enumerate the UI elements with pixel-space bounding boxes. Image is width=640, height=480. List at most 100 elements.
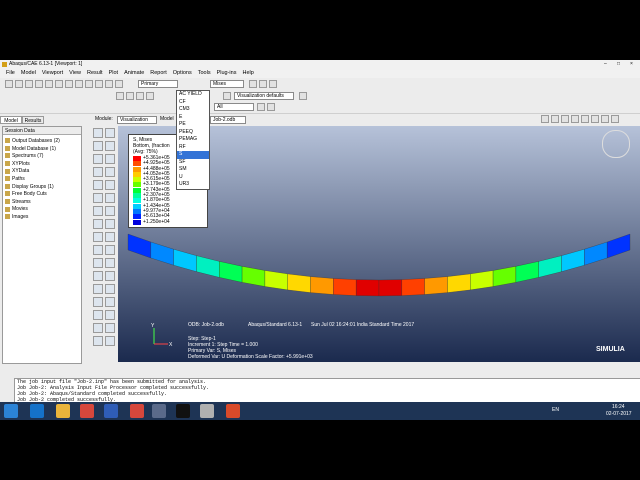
dropdown-option[interactable]: E [177,114,209,122]
toolbox-tool-icon[interactable] [105,284,115,294]
module-combo[interactable]: Visualization [117,116,157,124]
toolbox-tool-icon[interactable] [93,271,103,281]
toolbox-tool-icon[interactable] [105,128,115,138]
maximize-button[interactable]: □ [617,60,620,69]
animate-icon[interactable] [146,92,154,100]
menu-options[interactable]: Options [173,70,192,76]
toolbox-tool-icon[interactable] [105,206,115,216]
color-code-icon[interactable] [299,92,307,100]
toolbox-tool-icon[interactable] [93,232,103,242]
help-icon[interactable] [269,80,277,88]
refresh-icon[interactable] [249,80,257,88]
info-icon[interactable] [611,115,619,123]
zoom-icon[interactable] [65,80,73,88]
tree-item[interactable]: Free Body Cuts [5,191,81,199]
toolbox-tool-icon[interactable] [105,297,115,307]
chrome-icon-2[interactable] [130,404,144,418]
play-icon[interactable] [561,115,569,123]
settings-icon[interactable] [601,115,609,123]
toolbox-tool-icon[interactable] [93,219,103,229]
toolbox-tool-icon[interactable] [93,193,103,203]
print-icon[interactable] [35,80,43,88]
tree-item[interactable]: Spectrums (7) [5,153,81,161]
tab-results[interactable]: Results [22,116,44,124]
tab-model[interactable]: Model [0,116,22,124]
camera-icon[interactable] [591,115,599,123]
plot-deformed-icon[interactable] [126,92,134,100]
dropdown-option[interactable]: PEMAG [177,136,209,144]
menu-plugins[interactable]: Plug-ins [217,70,237,76]
tree-item[interactable]: Output Databases (2) [5,138,81,146]
dropdown-option[interactable]: AC YIELD [177,91,209,99]
toolbox-tool-icon[interactable] [105,154,115,164]
menu-plot[interactable]: Plot [109,70,118,76]
toolbox-tool-icon[interactable] [93,167,103,177]
toolbox-tool-icon[interactable] [105,310,115,320]
tree-item[interactable]: Streams [5,199,81,207]
tree-item[interactable]: Paths [5,176,81,184]
menu-tools[interactable]: Tools [198,70,211,76]
abaqus-taskbar-icon[interactable] [152,404,166,418]
cmd-icon[interactable] [176,404,190,418]
menu-result[interactable]: Result [87,70,103,76]
toolbox-tool-icon[interactable] [105,271,115,281]
tree-item[interactable]: XYData [5,168,81,176]
visualization-defaults-combo[interactable]: Visualization defaults [234,92,294,100]
dropdown-option[interactable]: UR3 [177,181,209,189]
toolbox-tool-icon[interactable] [93,180,103,190]
toolbox-tool-icon[interactable] [93,310,103,320]
toolbox-tool-icon[interactable] [93,128,103,138]
tree-item[interactable]: Movies [5,206,81,214]
last-frame-icon[interactable] [581,115,589,123]
plot-undeformed-icon[interactable] [116,92,124,100]
auto-fit-icon[interactable] [85,80,93,88]
chrome-icon[interactable] [80,404,94,418]
file-explorer-icon[interactable] [56,404,70,418]
dropdown-option[interactable]: SM [177,166,209,174]
dropdown-option[interactable]: S [177,151,209,159]
clock-date[interactable]: 02-07-2017 [606,411,632,417]
toolbox-tool-icon[interactable] [93,297,103,307]
open-file-icon[interactable] [15,80,23,88]
menu-file[interactable]: File [6,70,15,76]
tree-item[interactable]: Display Groups (1) [5,184,81,192]
toolbox-tool-icon[interactable] [105,323,115,333]
view-compass[interactable] [602,130,630,158]
first-frame-icon[interactable] [541,115,549,123]
language-indicator[interactable]: EN [552,407,559,413]
start-icon[interactable] [4,404,18,418]
toolbox-tool-icon[interactable] [93,258,103,268]
menu-view[interactable]: View [69,70,81,76]
ie-icon[interactable] [30,404,44,418]
iso-view-icon[interactable] [105,80,113,88]
field-variable-dropdown[interactable]: AC YIELD CF CM3 E PE PEEQ PEMAG RF S SF SM U UR3 [176,90,210,190]
primary-combo[interactable]: Primary [138,80,178,88]
dropdown-option[interactable]: CF [177,99,209,107]
plot-contours-icon[interactable] [136,92,144,100]
display-group-icon[interactable] [257,103,265,111]
toolbox-tool-icon[interactable] [93,284,103,294]
menu-model[interactable]: Model [21,70,36,76]
menu-animate[interactable]: Animate [124,70,144,76]
toolbox-tool-icon[interactable] [105,193,115,203]
invariant-combo[interactable]: Mises [210,80,244,88]
pan-icon[interactable] [45,80,53,88]
toolbox-tool-icon[interactable] [93,154,103,164]
tree-item[interactable]: XYPlots [5,161,81,169]
save-icon[interactable] [25,80,33,88]
rotate-icon[interactable] [55,80,63,88]
toolbox-tool-icon[interactable] [93,336,103,346]
tree-item[interactable]: Images [5,214,81,222]
toolbox-tool-icon[interactable] [105,219,115,229]
dropdown-option[interactable]: SF [177,159,209,167]
toolbox-tool-icon[interactable] [93,323,103,333]
menu-viewport[interactable]: Viewport [42,70,63,76]
next-frame-icon[interactable] [571,115,579,123]
toolbox-tool-icon[interactable] [105,180,115,190]
dropdown-option[interactable]: PE [177,121,209,129]
dropdown-option[interactable]: U [177,174,209,182]
previous-frame-icon[interactable] [551,115,559,123]
menu-help[interactable]: Help [242,70,253,76]
toolbox-tool-icon[interactable] [105,258,115,268]
all-combo[interactable]: All [214,103,254,111]
